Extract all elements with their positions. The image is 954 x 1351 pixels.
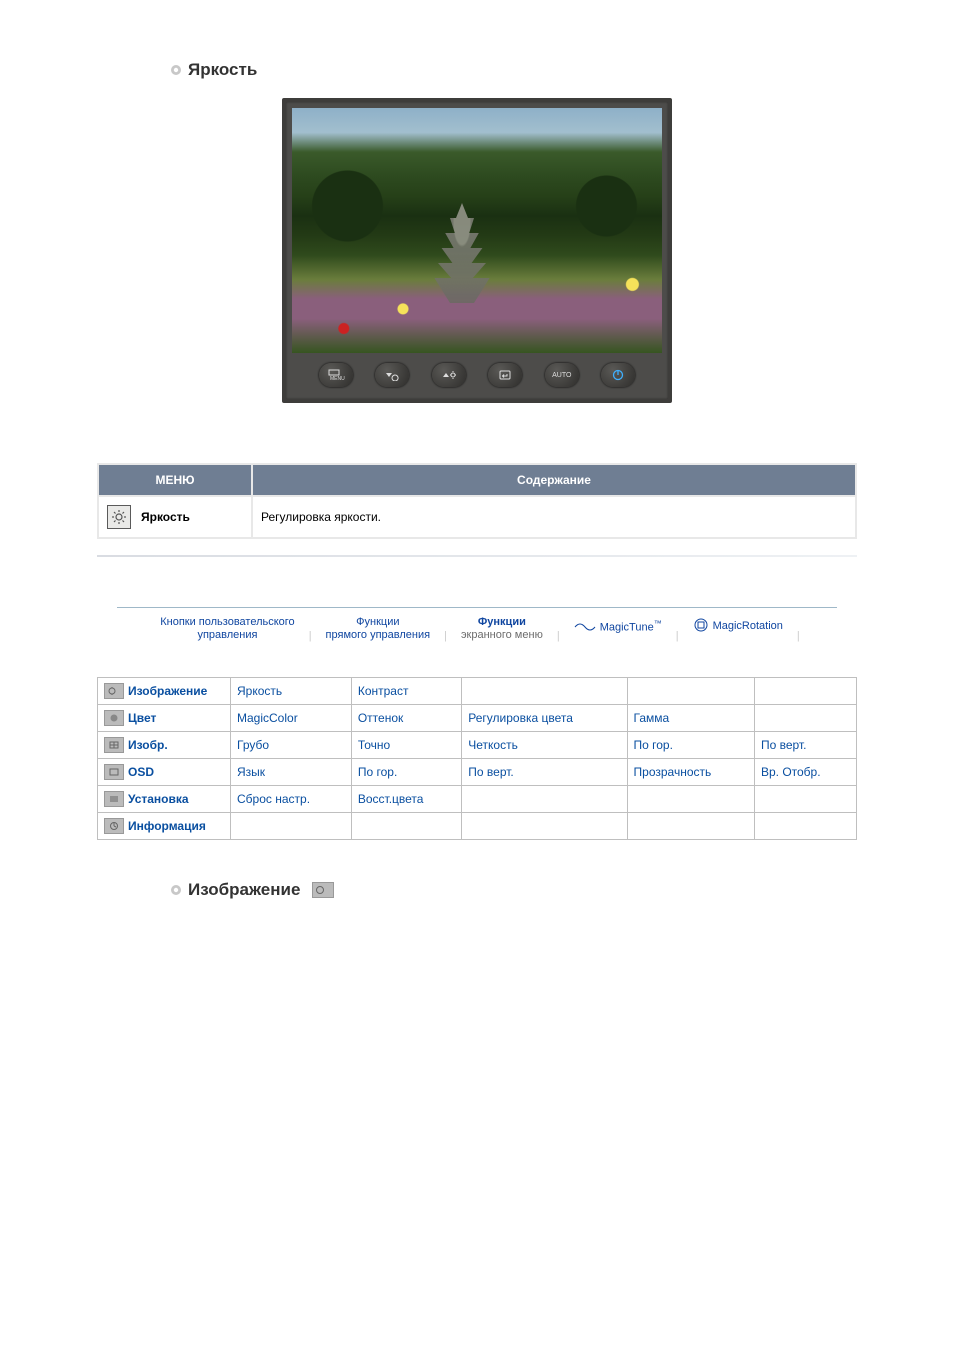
grid-category-label: Информация bbox=[128, 819, 206, 833]
table-row: Установка Сброс настр.Восст.цвета bbox=[98, 786, 857, 813]
grid-link-cell[interactable]: Прозрачность bbox=[627, 759, 754, 786]
grid-category-cell[interactable]: Цвет bbox=[98, 705, 231, 732]
grid-link-cell[interactable]: Язык bbox=[231, 759, 352, 786]
monitor-power-button[interactable] bbox=[601, 363, 635, 387]
monitor-figure: MENU AUTO bbox=[0, 98, 954, 403]
grid-category-icon bbox=[104, 764, 124, 780]
grid-empty-cell bbox=[754, 813, 856, 840]
grid-link-cell[interactable]: Оттенок bbox=[351, 705, 461, 732]
tab-label: MagicTune bbox=[600, 622, 654, 634]
grid-empty-cell bbox=[754, 786, 856, 813]
menu-item-desc: Регулировка яркости. bbox=[252, 496, 856, 538]
table-row: Изобр. ГрубоТочноЧеткостьПо гор.По верт. bbox=[98, 732, 857, 759]
monitor-screen bbox=[292, 108, 662, 353]
grid-category-cell[interactable]: Установка bbox=[98, 786, 231, 813]
image-category-icon bbox=[312, 882, 334, 898]
tab-line2: экранного меню bbox=[461, 629, 543, 642]
grid-link-cell[interactable]: Грубо bbox=[231, 732, 352, 759]
tab-osd-functions[interactable]: Функции экранного меню bbox=[455, 612, 549, 642]
grid-empty-cell bbox=[627, 813, 754, 840]
grid-category-cell[interactable]: Изобр. bbox=[98, 732, 231, 759]
table-row: Цвет MagicColorОттенокРегулировка цветаГа… bbox=[98, 705, 857, 732]
section-title: Яркость bbox=[188, 60, 257, 80]
grid-link-cell[interactable]: По гор. bbox=[627, 732, 754, 759]
table-row: Яркость Регулировка яркости. bbox=[98, 496, 856, 538]
menu-item-label: Яркость bbox=[141, 510, 190, 524]
tab-direct-control-functions[interactable]: Функции прямого управления bbox=[320, 612, 437, 642]
tm-mark: ™ bbox=[654, 619, 662, 628]
grid-category-icon bbox=[104, 710, 124, 726]
section-divider bbox=[97, 555, 857, 557]
tab-line2: управления bbox=[197, 629, 257, 642]
grid-link-cell[interactable]: Контраст bbox=[351, 678, 461, 705]
tab-line2: прямого управления bbox=[326, 629, 431, 642]
grid-link-cell[interactable]: Восст.цвета bbox=[351, 786, 461, 813]
monitor-menu-button[interactable]: MENU bbox=[319, 363, 353, 387]
grid-category-label: Цвет bbox=[128, 711, 156, 725]
grid-link-cell[interactable]: Яркость bbox=[231, 678, 352, 705]
table-row: Информация bbox=[98, 813, 857, 840]
grid-link-cell[interactable]: MagicColor bbox=[231, 705, 352, 732]
bullet-icon bbox=[170, 64, 182, 76]
tab-label: MagicRotation bbox=[713, 620, 783, 633]
tab-line1: Кнопки пользовательского bbox=[160, 616, 294, 629]
grid-category-cell[interactable]: Информация bbox=[98, 813, 231, 840]
grid-empty-cell bbox=[754, 678, 856, 705]
magictune-icon bbox=[574, 619, 596, 635]
tab-magicrotation[interactable]: MagicRotation bbox=[687, 612, 789, 642]
monitor-enter-button[interactable] bbox=[488, 363, 522, 387]
grid-category-icon bbox=[104, 791, 124, 807]
magicrotation-icon bbox=[693, 617, 709, 637]
grid-link-cell[interactable]: Регулировка цвета bbox=[462, 705, 627, 732]
grid-link-cell[interactable]: По верт. bbox=[462, 759, 627, 786]
grid-empty-cell bbox=[627, 786, 754, 813]
grid-link-cell[interactable]: Четкость bbox=[462, 732, 627, 759]
grid-category-label: OSD bbox=[128, 765, 154, 779]
monitor-button-strip: MENU AUTO bbox=[292, 353, 662, 399]
monitor-up-brightness-button[interactable] bbox=[432, 363, 466, 387]
osd-grid: Изображение ЯркостьКонтраст Цвет MagicColor… bbox=[97, 677, 857, 840]
tab-user-control-buttons[interactable]: Кнопки пользовательского управления bbox=[154, 612, 300, 642]
tab-magictune[interactable]: MagicTune™ bbox=[568, 612, 668, 642]
monitor-down-button[interactable] bbox=[375, 363, 409, 387]
grid-empty-cell bbox=[627, 678, 754, 705]
menu-table: МЕНЮ Содержание Яркость Регулировка ярко… bbox=[97, 463, 857, 539]
bullet-icon bbox=[170, 884, 182, 896]
grid-category-label: Изобр. bbox=[128, 738, 168, 752]
svg-text:MENU: MENU bbox=[330, 376, 345, 381]
grid-link-cell[interactable]: По верт. bbox=[754, 732, 856, 759]
grid-link-cell[interactable]: По гор. bbox=[351, 759, 461, 786]
grid-link-cell[interactable]: Вр. Отобр. bbox=[754, 759, 856, 786]
table-row: OSD ЯзыкПо гор.По верт.ПрозрачностьВр. От… bbox=[98, 759, 857, 786]
grid-empty-cell bbox=[462, 786, 627, 813]
monitor-frame: MENU AUTO bbox=[282, 98, 672, 403]
grid-category-icon bbox=[104, 683, 124, 699]
menu-header-content: Содержание bbox=[252, 464, 856, 496]
grid-empty-cell bbox=[351, 813, 461, 840]
tab-line1: Функции bbox=[478, 616, 526, 629]
grid-empty-cell bbox=[462, 813, 627, 840]
section-heading-brightness: Яркость bbox=[170, 60, 954, 80]
grid-link-cell[interactable]: Сброс настр. bbox=[231, 786, 352, 813]
grid-category-cell[interactable]: Изображение bbox=[98, 678, 231, 705]
grid-empty-cell bbox=[754, 705, 856, 732]
auto-label: AUTO bbox=[552, 372, 571, 379]
section-title: Изображение bbox=[188, 880, 300, 900]
grid-empty-cell bbox=[462, 678, 627, 705]
menu-header-menu: МЕНЮ bbox=[98, 464, 252, 496]
grid-category-label: Установка bbox=[128, 792, 189, 806]
tab-line1: Функции bbox=[356, 616, 399, 629]
grid-category-label: Изображение bbox=[128, 684, 207, 698]
brightness-icon bbox=[107, 505, 131, 529]
tabs-row: Кнопки пользовательского управления | Фу… bbox=[117, 607, 837, 642]
section-heading-image: Изображение bbox=[170, 880, 954, 900]
grid-category-icon bbox=[104, 818, 124, 834]
table-row: Изображение ЯркостьКонтраст bbox=[98, 678, 857, 705]
grid-link-cell[interactable]: Гамма bbox=[627, 705, 754, 732]
grid-link-cell[interactable]: Точно bbox=[351, 732, 461, 759]
grid-category-icon bbox=[104, 737, 124, 753]
grid-category-cell[interactable]: OSD bbox=[98, 759, 231, 786]
grid-empty-cell bbox=[231, 813, 352, 840]
monitor-auto-button[interactable]: AUTO bbox=[545, 363, 579, 387]
